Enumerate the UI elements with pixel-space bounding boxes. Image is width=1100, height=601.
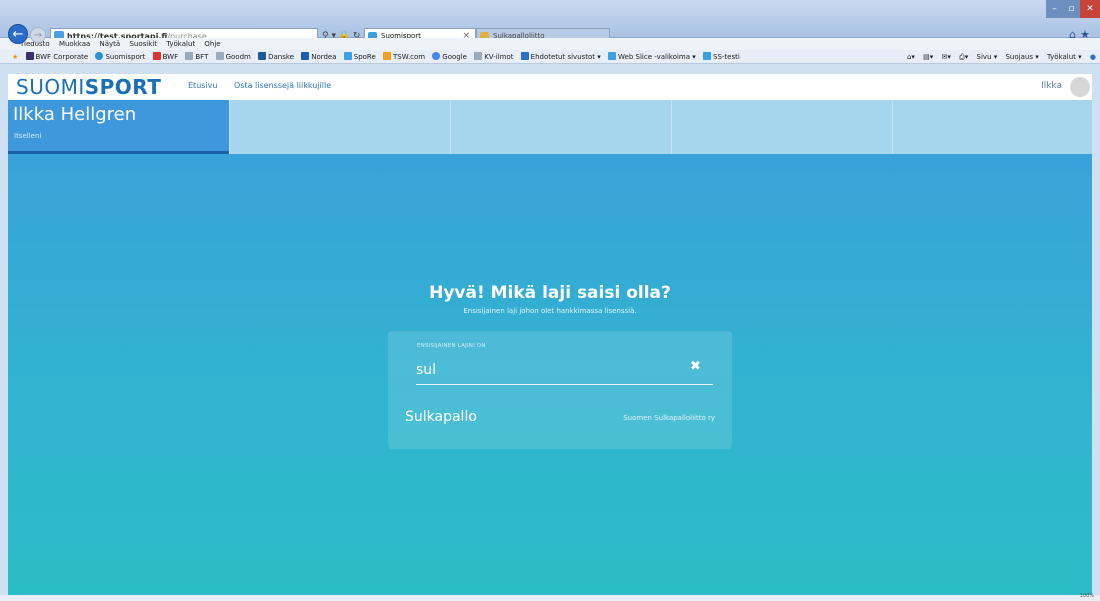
- google-icon: [432, 52, 441, 60]
- minimize-button[interactable]: –: [1046, 0, 1063, 18]
- browser-window: ← → https://test.sportapi.fi/purchase ⚲ …: [0, 0, 1100, 601]
- status-bar: [0, 595, 1100, 601]
- danske-icon: [258, 52, 267, 60]
- favorite-google[interactable]: Google: [432, 50, 467, 63]
- suomisport-logo[interactable]: SUOMISPORT: [16, 75, 161, 99]
- page-title: Hyvä! Mikä laji saisi olla?: [429, 283, 671, 303]
- zoom-level[interactable]: 100%: [1080, 593, 1094, 599]
- profile-card-active[interactable]: Ilkka Hellgren Itselleni: [8, 100, 229, 154]
- avatar[interactable]: [1070, 77, 1090, 97]
- suomisport-icon: [95, 52, 104, 60]
- favorite-nordea[interactable]: Nordea: [301, 50, 337, 63]
- favorite-suomisport[interactable]: Suomisport: [95, 50, 145, 63]
- forward-button[interactable]: →: [30, 27, 46, 43]
- print-icon[interactable]: ⎙▾: [959, 53, 968, 61]
- ie-page-icon: [608, 52, 617, 60]
- bwf-icon: [25, 52, 34, 60]
- sport-search-input[interactable]: [416, 355, 713, 385]
- result-organization: Suomen Sulkapalloliitto ry: [623, 414, 715, 422]
- favorite-danske[interactable]: Danske: [258, 50, 294, 63]
- list-item[interactable]: Sulkapallo Suomen Sulkapalloliitto ry: [388, 401, 732, 439]
- profile-banner: Ilkka Hellgren Itselleni: [8, 100, 1092, 154]
- favorite-bwf-corporate[interactable]: BWF Corporate: [25, 50, 88, 63]
- tsw-icon: [383, 52, 392, 60]
- ie-page-icon: [343, 52, 352, 60]
- profile-name: Ilkka Hellgren: [13, 104, 137, 125]
- suggested-sites-icon: [520, 52, 529, 60]
- site-header: SUOMISPORT Etusivu Osta lisenssejä liikk…: [8, 74, 1092, 100]
- safety-menu[interactable]: Suojaus ▾: [1005, 53, 1038, 61]
- favorites-star-icon[interactable]: ★: [12, 50, 18, 63]
- home-icon[interactable]: ⌂▾: [907, 53, 915, 61]
- sport-selection-panel: Hyvä! Mikä laji saisi olla? Ensisijainen…: [8, 154, 1092, 595]
- favorite-spore[interactable]: SpoRe: [343, 50, 376, 63]
- command-bar: ⌂▾ ▤▾ ✉▾ ⎙▾ Sivu ▾ Suojaus ▾ Työkalut ▾ …: [901, 50, 1096, 64]
- page-menu[interactable]: Sivu ▾: [977, 53, 998, 61]
- back-button[interactable]: ←: [8, 24, 28, 44]
- page-subtitle: Ensisijainen laji johon olet hankkimassa…: [463, 307, 637, 315]
- menu-tools[interactable]: Työkalut: [166, 40, 195, 48]
- favorite-tsw[interactable]: TSW.com: [383, 50, 425, 63]
- result-sport-name: Sulkapallo: [405, 409, 477, 425]
- nav-buy-licenses[interactable]: Osta lisenssejä liikkujille: [234, 81, 331, 90]
- favorite-ss-testi[interactable]: SS-testi: [703, 50, 740, 63]
- favorite-bft[interactable]: BFT: [185, 50, 208, 63]
- profile-slot[interactable]: [892, 100, 1092, 154]
- profile-subtitle: Itselleni: [14, 132, 42, 140]
- maximize-button[interactable]: ▫: [1063, 0, 1080, 18]
- close-window-button[interactable]: ✕: [1080, 0, 1100, 18]
- help-icon[interactable]: ●: [1090, 53, 1096, 61]
- feeds-icon[interactable]: ▤▾: [923, 53, 933, 61]
- menu-view[interactable]: Näytä: [100, 40, 121, 48]
- menu-edit[interactable]: Muokkaa: [59, 40, 90, 48]
- bookmark-icon: [474, 52, 483, 60]
- user-name[interactable]: Ilkka: [1041, 81, 1062, 91]
- sport-search-card: ENSISIJAINEN LAJINI ON ✖ Sulkapallo Suom…: [388, 331, 732, 449]
- bookmark-icon: [215, 52, 224, 60]
- nav-etusivu[interactable]: Etusivu: [188, 81, 217, 90]
- mail-icon[interactable]: ✉▾: [942, 53, 951, 61]
- menu-favorites[interactable]: Suosikit: [129, 40, 157, 48]
- tools-menu[interactable]: Työkalut ▾: [1047, 53, 1082, 61]
- sport-field-label: ENSISIJAINEN LAJINI ON: [417, 343, 486, 349]
- favorite-web-slice[interactable]: Web Slice -valikoima ▾: [608, 50, 696, 63]
- profile-slot[interactable]: [450, 100, 671, 154]
- clear-icon[interactable]: ✖: [690, 359, 701, 374]
- bookmark-icon: [185, 52, 194, 60]
- ie-page-icon: [703, 52, 712, 60]
- profile-slot[interactable]: [671, 100, 892, 154]
- favorite-suggested-sites[interactable]: Ehdotetut sivustot ▾: [520, 50, 601, 63]
- menu-bar: Tiedosto Muokkaa Näytä Suosikit Työkalut…: [0, 38, 1100, 50]
- favorite-goodm[interactable]: Goodm: [215, 50, 251, 63]
- favorite-bwf[interactable]: BWF: [152, 50, 178, 63]
- bwf-icon: [152, 52, 161, 60]
- nordea-icon: [301, 52, 310, 60]
- menu-help[interactable]: Ohje: [204, 40, 220, 48]
- favorite-kv-ilmot[interactable]: KV-ilmot: [474, 50, 513, 63]
- profile-slot[interactable]: [229, 100, 450, 154]
